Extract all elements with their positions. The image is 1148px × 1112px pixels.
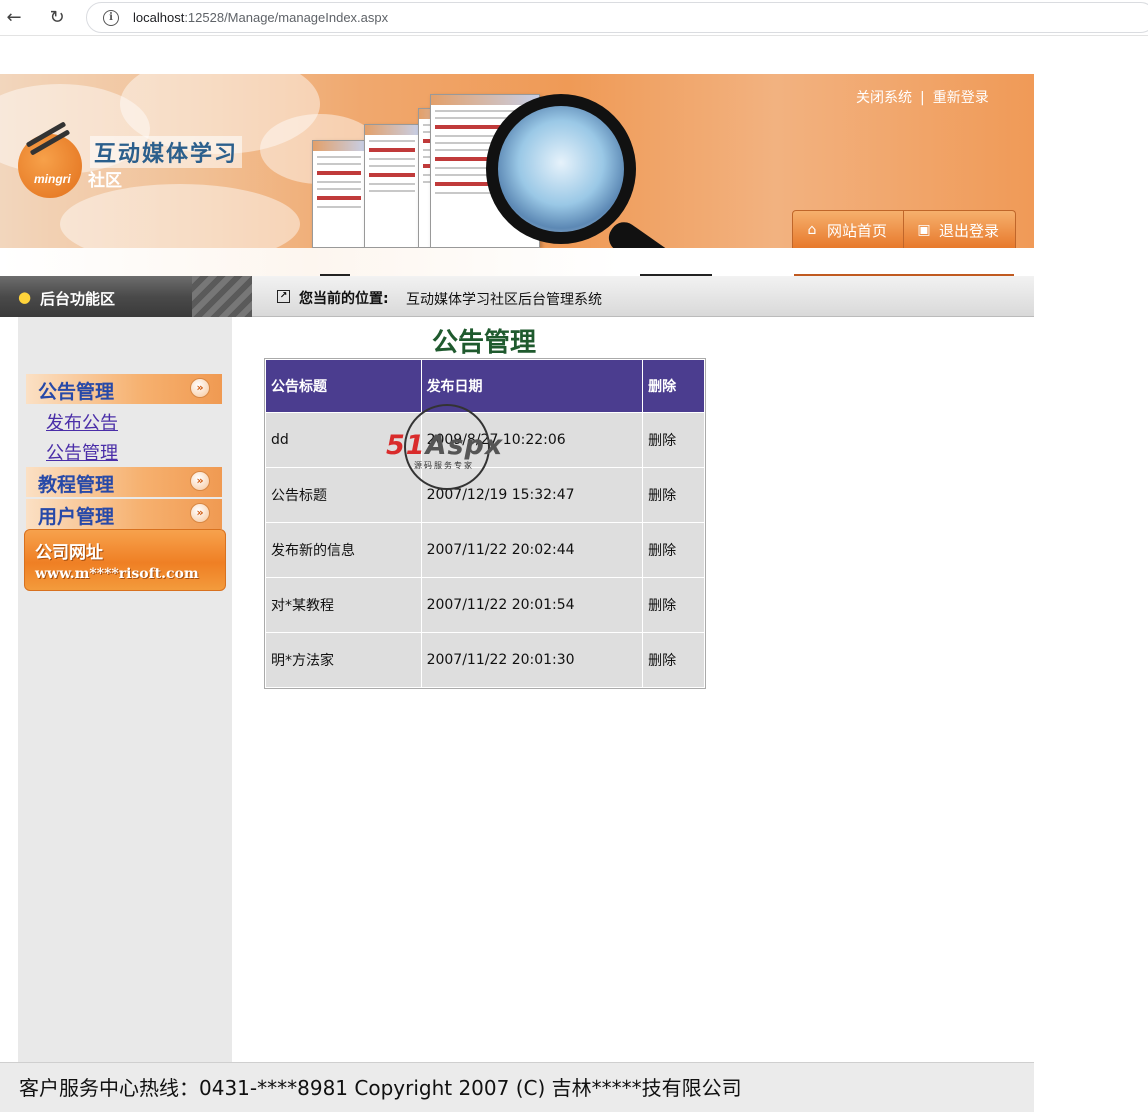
chevron-down-icon[interactable]: » (190, 503, 210, 523)
banner-subbar (0, 248, 1034, 276)
site-subtitle: 社区 (88, 171, 122, 191)
notice-date-cell: 2007/11/22 20:01:54 (421, 578, 643, 632)
logout-tab-label: 退出登录 (939, 222, 1000, 240)
site-title: 互动媒体学习 (90, 136, 243, 168)
function-area-label: 后台功能区 (40, 290, 116, 308)
home-tab-button[interactable]: ⌂ 网站首页 (803, 220, 887, 242)
magnifier-handle (603, 216, 719, 248)
top-links: 关闭系统 | 重新登录 (856, 87, 989, 107)
delete-link[interactable]: 删除 (643, 578, 704, 632)
delete-link[interactable]: 删除 (643, 413, 704, 467)
table-row: 发布新的信息 2007/11/22 20:02:44 删除 (266, 523, 704, 577)
chevron-down-icon[interactable]: » (190, 471, 210, 491)
page-title: 公告管理 (432, 328, 537, 358)
location-value: 互动媒体学习社区后台管理系统 (406, 292, 602, 308)
watermark-word: Aspx (425, 430, 504, 461)
watermark-logo: 51Aspx 源码服务专家 (386, 404, 516, 490)
relogin-link[interactable]: 重新登录 (933, 90, 989, 106)
company-url: www.m****risoft.com (35, 566, 199, 582)
notice-title-cell: 发布新的信息 (266, 523, 421, 577)
delete-link[interactable]: 删除 (643, 633, 704, 687)
reload-icon[interactable]: ↻ (45, 6, 69, 30)
header-banner: mingri 互动媒体学习 社区 关闭系统 | 重新登录 ⌂ 网站首页 ▣ 退出登录 (0, 74, 1034, 248)
menu-group-users[interactable]: 用户管理 » (26, 499, 222, 529)
menu-group-label: 用户管理 (38, 506, 115, 528)
notice-title-cell: 明*方法家 (266, 633, 421, 687)
menu-group-tutorials[interactable]: 教程管理 » (26, 467, 222, 497)
manage-notices-link[interactable]: 公告管理 (46, 439, 118, 465)
sidebar: 公告管理 » 发布公告 公告管理 教程管理 » 用户管理 » 公司网址 www.… (18, 317, 232, 1063)
delete-link[interactable]: 删除 (643, 523, 704, 577)
home-icon: ⌂ (807, 222, 817, 238)
info-icon[interactable]: i (103, 10, 119, 26)
watermark-subtitle: 源码服务专家 (414, 461, 474, 470)
notice-date-cell: 2007/11/22 20:02:44 (421, 523, 643, 577)
notice-title-cell: 对*某教程 (266, 578, 421, 632)
table-row: 对*某教程 2007/11/22 20:01:54 删除 (266, 578, 704, 632)
magnifier-icon (486, 94, 636, 244)
function-area-header: ● 后台功能区 (0, 276, 252, 317)
footer-text: 客户服务中心热线：0431-****8981 Copyright 2007 (C… (19, 1076, 742, 1100)
location-bar: ↗ 您当前的位置: 互动媒体学习社区后台管理系统 (252, 276, 1034, 317)
browser-toolbar: ← ↻ i localhost:12528/Manage/manageIndex… (0, 0, 1148, 36)
logout-icon: ▣ (917, 222, 931, 238)
location-arrow-icon: ↗ (277, 290, 290, 303)
lightbulb-icon: ● (18, 288, 32, 306)
chevron-down-icon[interactable]: » (190, 378, 210, 398)
company-website-banner[interactable]: 公司网址 www.m****risoft.com (24, 529, 226, 591)
company-title: 公司网址 (35, 543, 103, 563)
url-text: localhost:12528/Manage/manageIndex.aspx (133, 10, 389, 25)
home-tab-label: 网站首页 (827, 222, 888, 240)
header-tabs: ⌂ 网站首页 ▣ 退出登录 (792, 210, 1016, 248)
publish-notice-link[interactable]: 发布公告 (46, 409, 118, 435)
menu-group-label: 教程管理 (38, 474, 115, 496)
table-row: 明*方法家 2007/11/22 20:01:30 删除 (266, 633, 704, 687)
footer: 客户服务中心热线：0431-****8981 Copyright 2007 (C… (0, 1062, 1034, 1112)
logout-tab-button[interactable]: ▣ 退出登录 (915, 220, 999, 242)
location-label: 您当前的位置: (299, 291, 389, 307)
column-header-delete: 删除 (643, 360, 704, 412)
menu-group-label: 公告管理 (38, 381, 115, 403)
watermark-number: 51 (386, 430, 426, 461)
notice-date-cell: 2007/11/22 20:01:30 (421, 633, 643, 687)
link-separator: | (920, 90, 925, 106)
close-system-link[interactable]: 关闭系统 (856, 90, 912, 106)
address-bar[interactable]: i localhost:12528/Manage/manageIndex.asp… (86, 2, 1148, 33)
back-arrow-icon[interactable]: ← (2, 6, 26, 30)
logo-text: mingri (34, 172, 71, 186)
menu-group-notices[interactable]: 公告管理 » (26, 374, 222, 404)
delete-link[interactable]: 删除 (643, 468, 704, 522)
